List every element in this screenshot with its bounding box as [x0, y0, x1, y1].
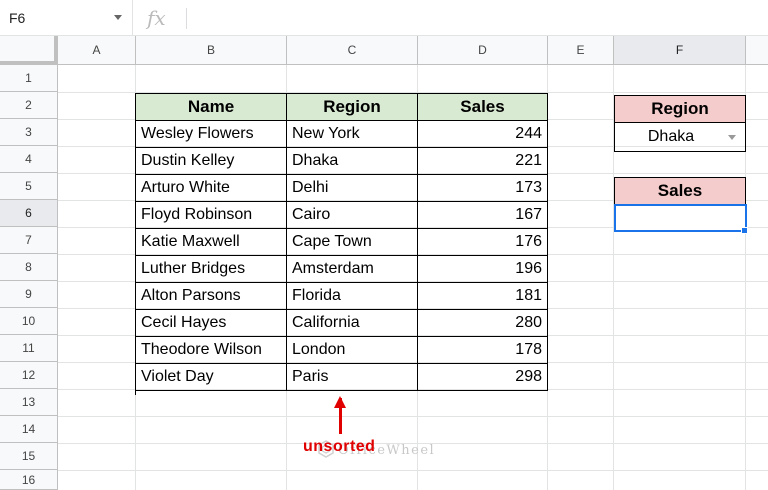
table-cell-region[interactable]: Cape Town — [287, 229, 418, 256]
table-cell-sales[interactable]: 178 — [418, 337, 548, 364]
table-cell-region[interactable]: California — [287, 310, 418, 337]
row-header-10[interactable]: 10 — [0, 308, 58, 335]
table-cell-region[interactable]: New York — [287, 121, 418, 148]
row-header-16[interactable]: 16 — [0, 470, 58, 490]
table-cell-sales[interactable]: 181 — [418, 283, 548, 310]
column-header-g[interactable] — [746, 36, 768, 65]
table-cell-sales[interactable]: 280 — [418, 310, 548, 337]
row-header-13[interactable]: 13 — [0, 389, 58, 416]
fx-icon: fx — [147, 6, 166, 30]
table-cell-sales[interactable]: 298 — [418, 364, 548, 391]
column-header-c[interactable]: C — [287, 36, 418, 65]
table-cell-region[interactable]: Florida — [287, 283, 418, 310]
table-cell-region[interactable]: Dhaka — [287, 148, 418, 175]
row-header-5[interactable]: 5 — [0, 173, 58, 200]
annotation-arrow — [339, 398, 342, 434]
table-cell-name[interactable]: Arturo White — [136, 175, 287, 202]
row-header-14[interactable]: 14 — [0, 416, 58, 443]
table-cell-name[interactable]: Wesley Flowers — [136, 121, 287, 148]
name-box[interactable]: F6 — [0, 0, 133, 36]
table-cell-sales[interactable]: 173 — [418, 175, 548, 202]
table-cell-sales[interactable]: 176 — [418, 229, 548, 256]
table-cell-sales[interactable]: 221 — [418, 148, 548, 175]
region-label[interactable]: Region — [614, 95, 746, 123]
table-cell-region[interactable]: London — [287, 337, 418, 364]
table-cell-sales[interactable]: 196 — [418, 256, 548, 283]
table-cell-sales[interactable]: 167 — [418, 202, 548, 229]
row-header-12[interactable]: 12 — [0, 362, 58, 389]
formula-separator — [186, 8, 187, 29]
row-header-6[interactable]: 6 — [0, 200, 58, 227]
table-cell-name[interactable]: Violet Day — [136, 364, 287, 391]
gridline — [58, 470, 768, 471]
sales-label[interactable]: Sales — [614, 177, 746, 205]
row-header-4[interactable]: 4 — [0, 146, 58, 173]
name-box-value: F6 — [9, 10, 26, 26]
column-header-e[interactable]: E — [548, 36, 614, 65]
table-cell-name[interactable]: Luther Bridges — [136, 256, 287, 283]
table-cell-name[interactable]: Alton Parsons — [136, 283, 287, 310]
header-sales[interactable]: Sales — [418, 94, 548, 121]
region-dropdown[interactable]: Dhaka — [614, 123, 746, 152]
table-cell-name[interactable]: Floyd Robinson — [136, 202, 287, 229]
annotation-label: unsorted — [303, 438, 376, 455]
sales-result-cell[interactable] — [614, 204, 747, 232]
row-header-1[interactable]: 1 — [0, 65, 58, 92]
row-header-7[interactable]: 7 — [0, 227, 58, 254]
row-header-2[interactable]: 2 — [0, 92, 58, 119]
chevron-down-icon[interactable] — [114, 15, 122, 20]
row-header-3[interactable]: 3 — [0, 119, 58, 146]
column-header-a[interactable]: A — [58, 36, 136, 65]
table-cell-region[interactable]: Paris — [287, 364, 418, 391]
table-cell-region[interactable]: Delhi — [287, 175, 418, 202]
table-cell-name[interactable]: Cecil Hayes — [136, 310, 287, 337]
header-region[interactable]: Region — [287, 94, 418, 121]
gridline — [58, 416, 768, 417]
table-cell-sales[interactable]: 244 — [418, 121, 548, 148]
table-cell-name[interactable]: Dustin Kelley — [136, 148, 287, 175]
fill-handle[interactable] — [741, 227, 748, 234]
table-cell-name[interactable]: Katie Maxwell — [136, 229, 287, 256]
column-header-d[interactable]: D — [418, 36, 548, 65]
row-header-11[interactable]: 11 — [0, 335, 58, 362]
chevron-down-icon[interactable] — [728, 135, 736, 140]
formula-bar: F6 fx — [0, 0, 768, 36]
column-header-f[interactable]: F — [614, 36, 746, 65]
table-cell-region[interactable]: Cairo — [287, 202, 418, 229]
region-dropdown-value: Dhaka — [647, 128, 695, 145]
table-cell-region[interactable]: Amsterdam — [287, 256, 418, 283]
row-header-8[interactable]: 8 — [0, 254, 58, 281]
select-all-corner[interactable] — [0, 36, 58, 65]
row-header-9[interactable]: 9 — [0, 281, 58, 308]
row-header-15[interactable]: 15 — [0, 443, 58, 470]
table-cell-name[interactable]: Theodore Wilson — [136, 337, 287, 364]
column-header-b[interactable]: B — [136, 36, 287, 65]
header-name[interactable]: Name — [136, 94, 287, 121]
